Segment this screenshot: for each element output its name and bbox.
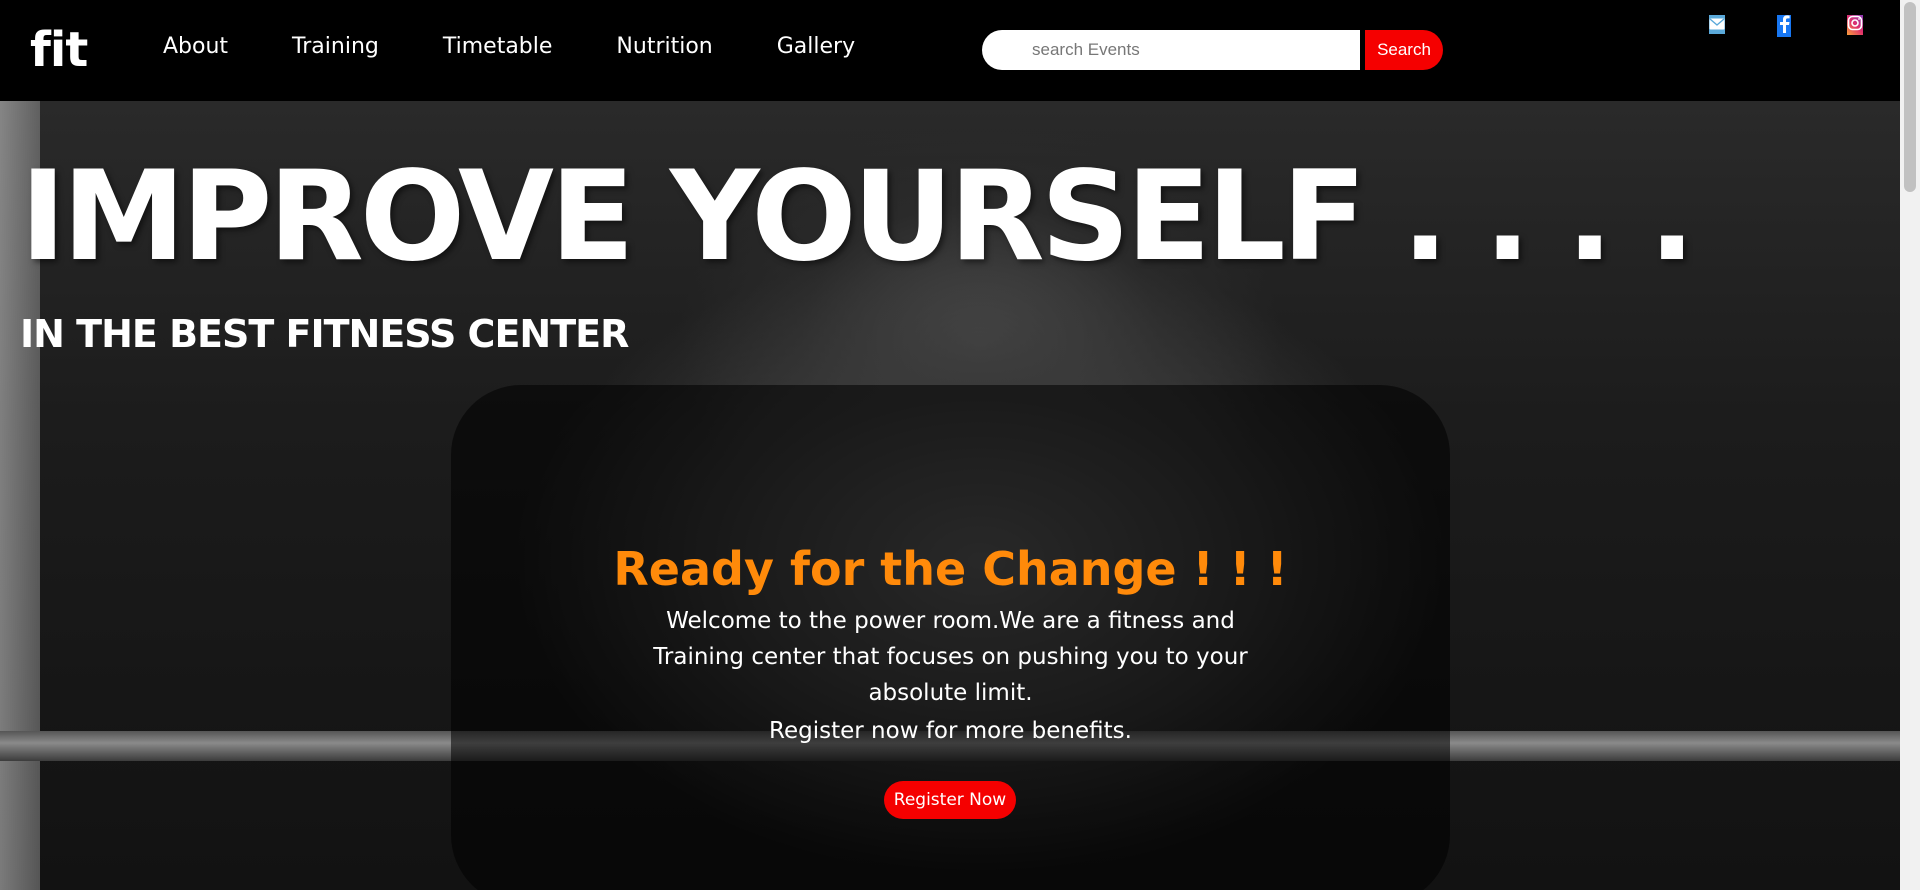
register-now-button[interactable]: Register Now (884, 781, 1016, 819)
search-input[interactable] (982, 30, 1360, 70)
hero-title: IMPROVE YOURSELF . . . . (20, 145, 1696, 289)
card-description: Welcome to the power room.We are a fitne… (653, 608, 1248, 706)
instagram-link[interactable] (1847, 15, 1863, 35)
welcome-card: Ready for the Change ! ! ! Welcome to th… (451, 385, 1450, 890)
card-heading: Ready for the Change ! ! ! (613, 542, 1288, 596)
site-logo[interactable]: fit (30, 22, 88, 78)
facebook-link[interactable] (1777, 15, 1791, 37)
main-nav: About Training Timetable Nutrition Galle… (163, 30, 919, 64)
search-bar: Search (982, 30, 1443, 70)
instagram-icon (1847, 15, 1863, 31)
hero-section: IMPROVE YOURSELF . . . . IN THE BEST FIT… (0, 101, 1900, 890)
facebook-icon (1780, 15, 1790, 33)
scrollbar-thumb[interactable] (1904, 2, 1916, 192)
nav-link-gallery[interactable]: Gallery (777, 30, 855, 64)
mail-link[interactable] (1709, 15, 1725, 34)
nav-link-nutrition[interactable]: Nutrition (616, 30, 712, 64)
card-note: Register now for more benefits. (769, 718, 1132, 744)
nav-link-about[interactable]: About (163, 30, 228, 64)
mail-icon (1709, 18, 1725, 30)
top-navbar: fit About Training Timetable Nutrition G… (0, 0, 1900, 101)
hero-subtitle: IN THE BEST FITNESS CENTER (20, 312, 629, 356)
search-button[interactable]: Search (1365, 30, 1443, 70)
nav-link-timetable[interactable]: Timetable (443, 30, 553, 64)
nav-link-training[interactable]: Training (292, 30, 379, 64)
page-scrollbar[interactable] (1900, 0, 1920, 890)
